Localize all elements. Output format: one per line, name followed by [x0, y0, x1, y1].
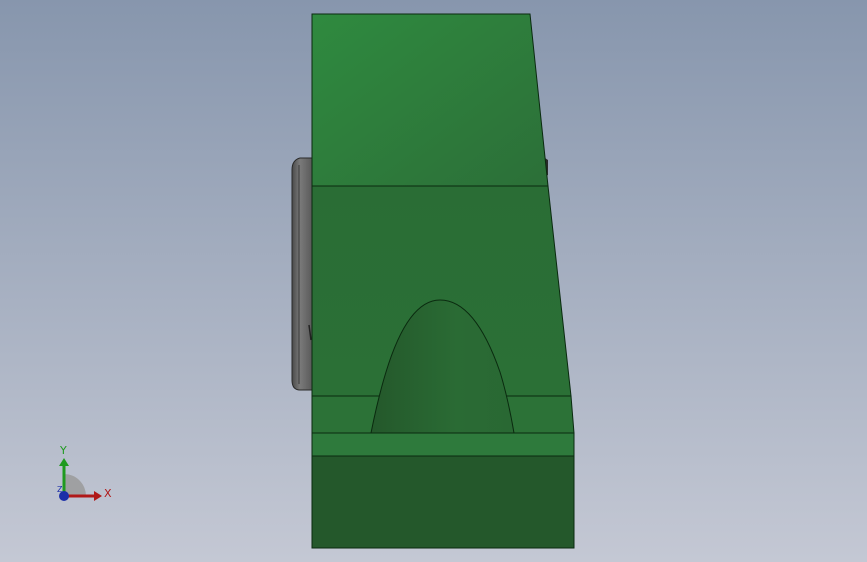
base-top[interactable] [311, 432, 575, 457]
y-axis-label: Y [59, 444, 67, 457]
housing-cap[interactable] [311, 13, 549, 187]
base-front[interactable] [311, 455, 575, 549]
y-axis-arrowhead [59, 458, 69, 466]
x-axis-label: X [104, 487, 112, 500]
z-axis-label: Z [57, 485, 63, 494]
coordinate-triad[interactable]: X Y Z [44, 440, 114, 510]
model-canvas[interactable] [0, 0, 867, 562]
x-axis-arrowhead [94, 491, 102, 501]
bearing-ring[interactable] [291, 157, 313, 391]
3d-viewport[interactable]: X Y Z [0, 0, 867, 562]
